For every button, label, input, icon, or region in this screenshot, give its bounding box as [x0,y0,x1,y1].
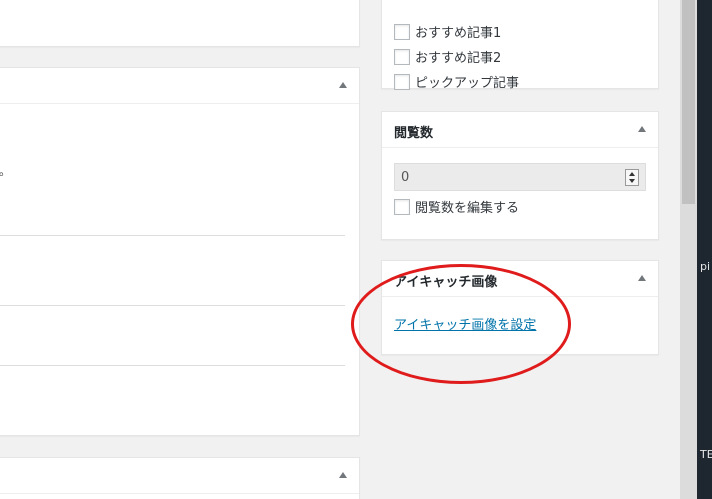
checkbox-label: おすすめ記事1 [415,26,502,41]
checkbox[interactable] [394,73,410,90]
left-bottom-box-header[interactable] [0,458,359,494]
checkbox-label: おすすめ記事2 [415,51,502,66]
checkbox-label: 閲覧数を編集する [415,201,520,216]
featured-image-box: アイキャッチ画像 アイキャッチ画像を設定 [381,260,659,355]
recommend-box: おすすめ記事1 おすすめ記事2 ピックアップ記事 [381,0,659,91]
divider [0,365,345,366]
views-box-title: 閲覧数 [394,126,434,141]
text-fragment: 。 [0,164,12,178]
views-box-header[interactable]: 閲覧数 [382,112,658,148]
side-text-fragment: pi [700,260,711,273]
recommend-2-checkbox-row[interactable]: おすすめ記事2 [394,47,501,66]
pickup-checkbox-row[interactable]: ピックアップ記事 [394,72,519,91]
side-text-fragment: TE [700,448,712,461]
collapse-arrow-icon[interactable] [339,472,347,478]
collapse-arrow-icon[interactable] [638,126,646,132]
left-middle-box-header[interactable] [0,68,359,104]
recommend-1-checkbox-row[interactable]: おすすめ記事1 [394,22,501,41]
divider [0,305,345,306]
featured-image-box-header[interactable]: アイキャッチ画像 [382,261,658,297]
divider [0,235,345,236]
checkbox[interactable] [394,23,410,40]
number-spinner[interactable] [625,169,639,186]
collapse-arrow-icon[interactable] [339,82,347,88]
checkbox[interactable] [394,198,410,215]
left-middle-box: 。 [0,67,360,436]
left-bottom-box [0,457,360,499]
views-box: 閲覧数 0 閲覧数を編集する [381,111,659,240]
checkbox-label: ピックアップ記事 [415,76,520,91]
collapse-arrow-icon[interactable] [638,275,646,281]
scrollbar-thumb[interactable] [682,0,695,204]
left-top-box [0,0,360,47]
set-featured-image-link[interactable]: アイキャッチ画像を設定 [394,314,536,333]
views-count-value: 0 [401,170,410,185]
spin-up-icon[interactable] [629,172,635,176]
checkbox[interactable] [394,48,410,65]
spin-down-icon[interactable] [629,179,635,183]
edit-views-checkbox-row[interactable]: 閲覧数を編集する [394,197,519,216]
featured-image-box-title: アイキャッチ画像 [394,275,498,290]
views-count-input[interactable]: 0 [394,163,646,191]
side-dark-panel: pi TE [697,0,712,499]
